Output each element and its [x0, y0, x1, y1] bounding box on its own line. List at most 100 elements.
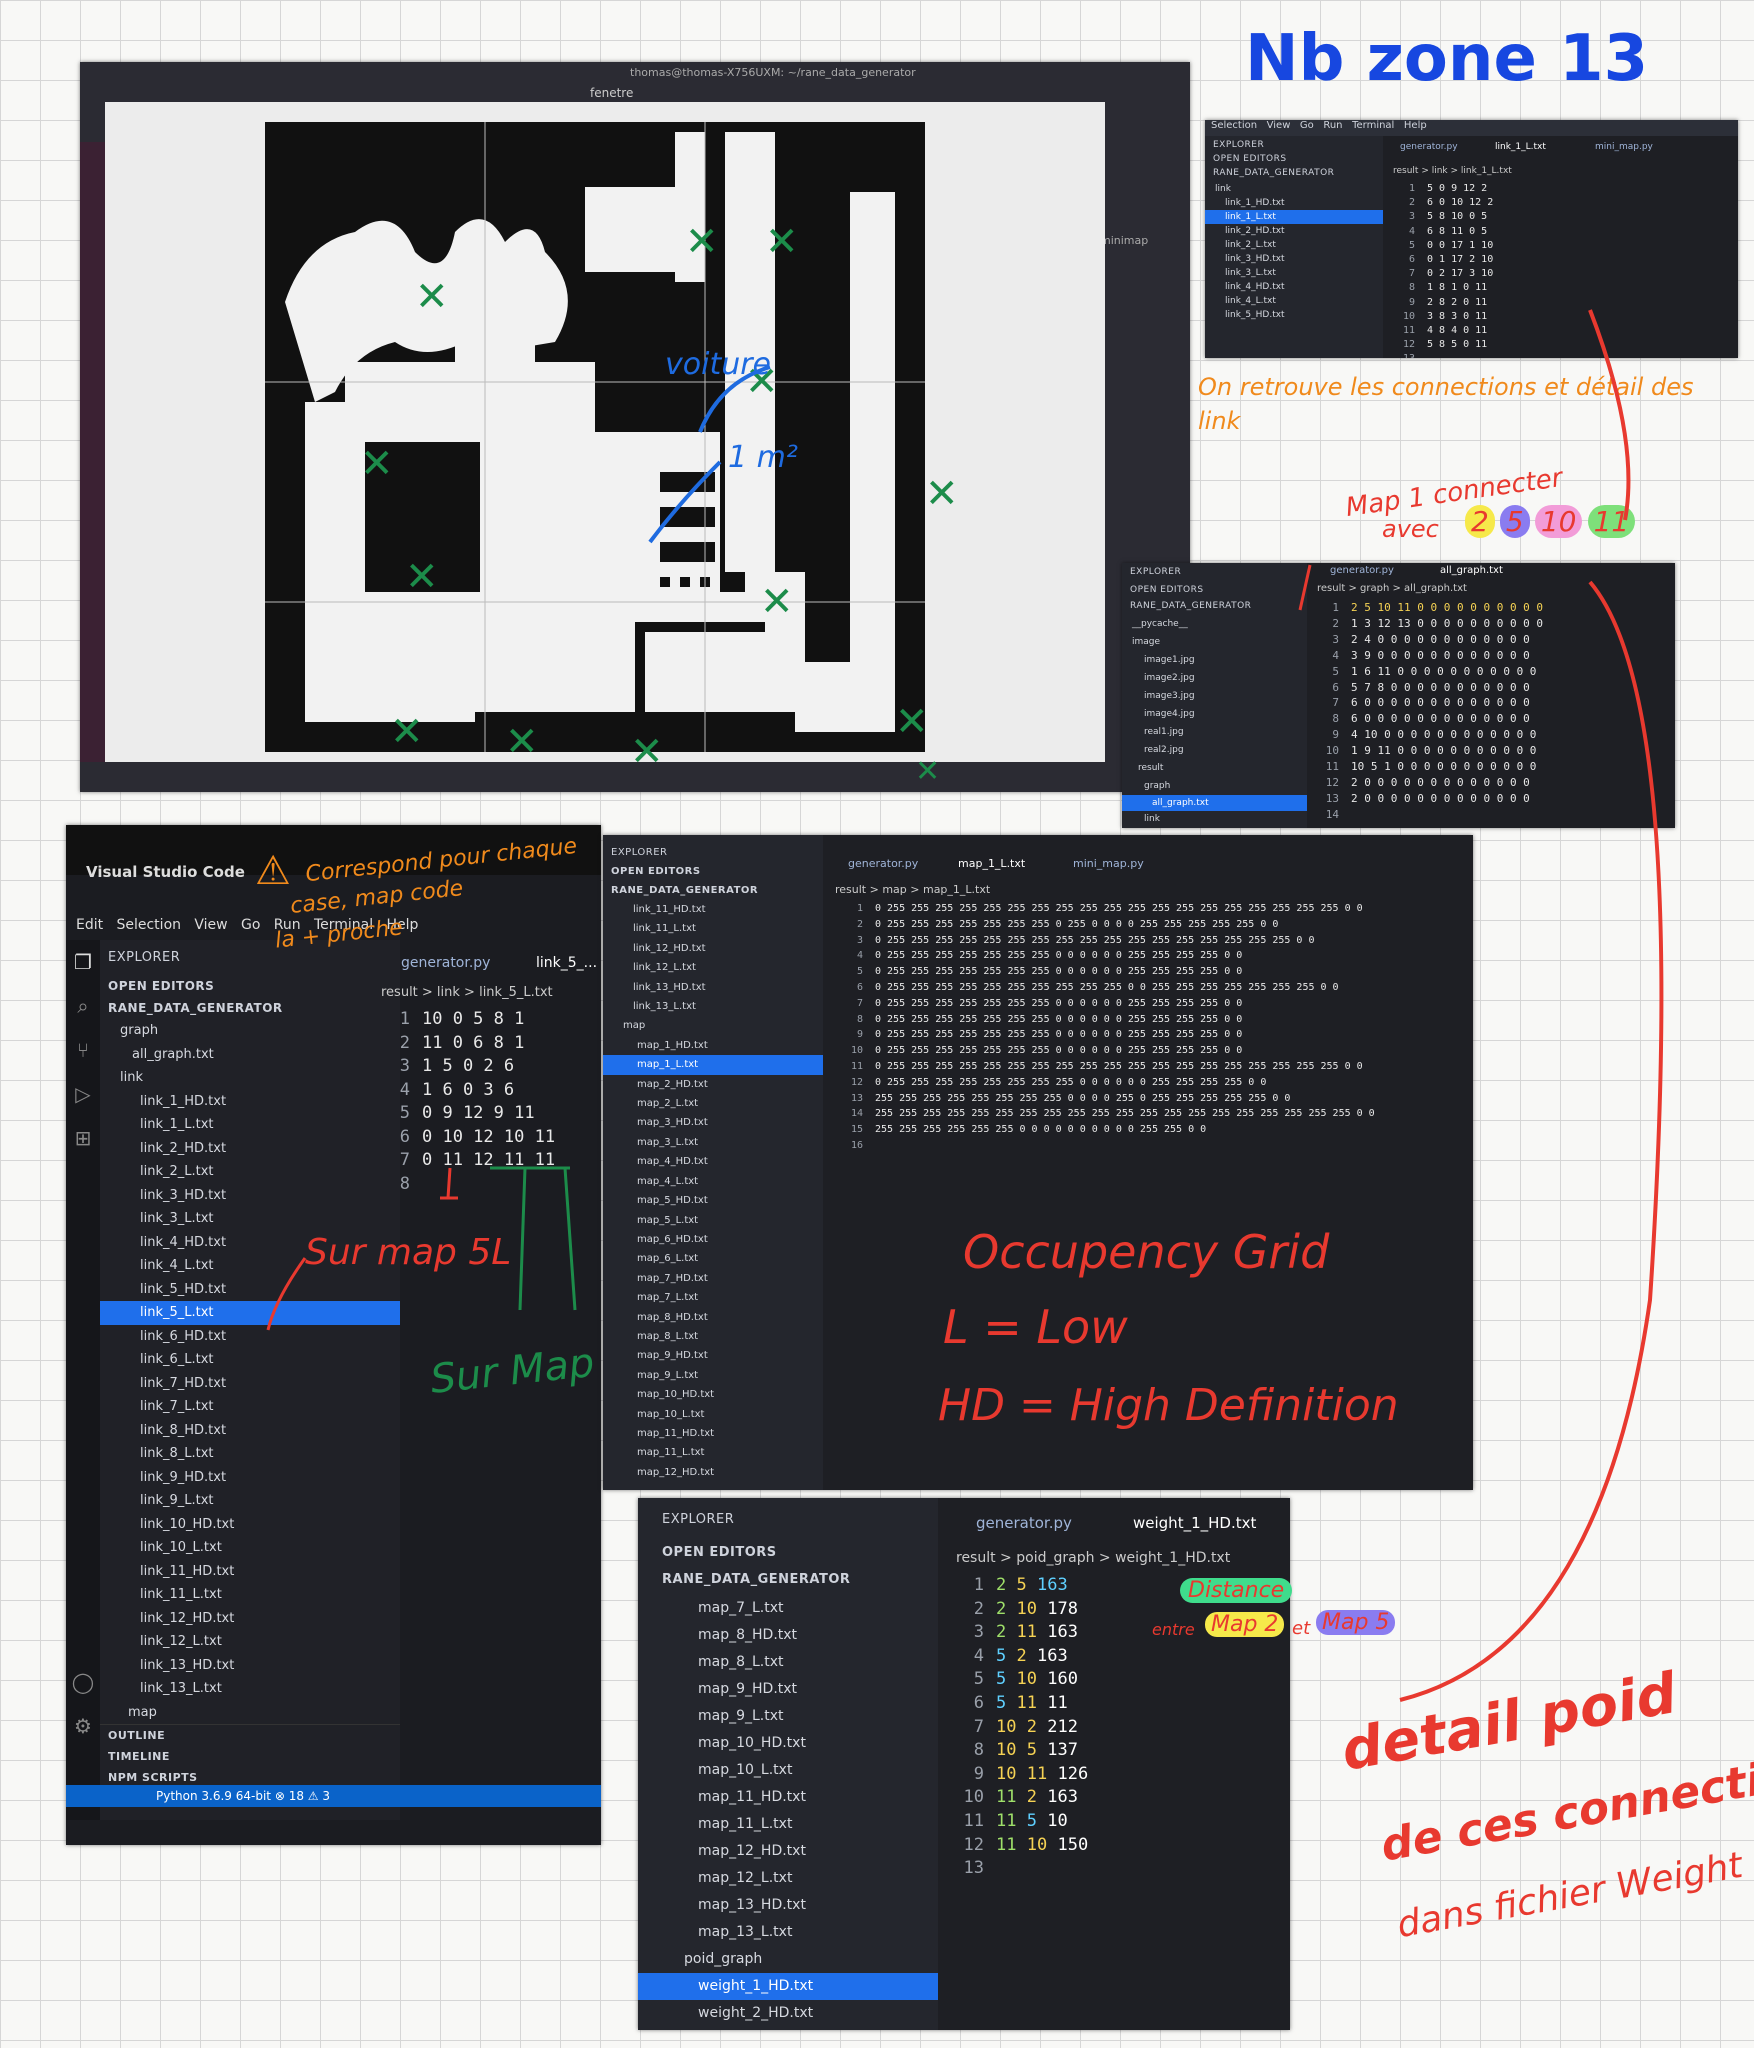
tab-generator[interactable]: generator.py: [848, 857, 918, 870]
weight-from: 2: [996, 1575, 1007, 1595]
file-item[interactable]: map_12_HD.txt: [603, 1463, 823, 1482]
tab-weight-1[interactable]: weight_1_HD.txt: [1133, 1514, 1256, 1532]
weight-to: 10: [1026, 1834, 1048, 1855]
code-line: 255 255 255 255 255 255 255 255 255 255 …: [875, 1108, 1375, 1120]
weight-row: 12 11 10 150: [963, 1834, 1089, 1855]
explorer-sidebar: EXPLORER OPEN EDITORS RANE_DATA_GENERATO…: [603, 835, 823, 1490]
file-item[interactable]: link_13_L.txt: [603, 997, 823, 1016]
open-editors[interactable]: OPEN EDITORS: [603, 862, 823, 881]
code-line: 0 255 255 255 255 255 255 255 255 0 0 0 …: [875, 1076, 1267, 1088]
code-line: 255 255 255 255 255 255 255 255 0 0 0 0 …: [875, 1092, 1291, 1104]
file-item[interactable]: map_13_HD.txt: [638, 1892, 938, 1919]
weight-to: 11: [1016, 1622, 1037, 1643]
file-item[interactable]: map_12_HD.txt: [638, 1838, 938, 1865]
file-item[interactable]: map_9_HD.txt: [638, 1676, 938, 1703]
file-item[interactable]: link_11_L.txt: [603, 919, 823, 938]
entre-note: entre: [1152, 1620, 1195, 1639]
weight-to: 10: [1016, 1669, 1037, 1690]
weight-value: 212: [1047, 1716, 1078, 1737]
project-root[interactable]: RANE_DATA_GENERATOR: [603, 881, 823, 900]
weight-row: 65 11 11: [973, 1692, 1068, 1713]
tab-map-1[interactable]: map_1_L.txt: [958, 857, 1025, 870]
file-item[interactable]: link_12_HD.txt: [603, 939, 823, 958]
code-line: 0 255 255 255 255 255 255 255 255 255 25…: [875, 903, 1363, 914]
weight-to: 2: [1016, 1645, 1027, 1666]
file-item[interactable]: weight_2_HD.txt: [638, 2000, 938, 2027]
file-item[interactable]: link_11_HD.txt: [603, 900, 823, 919]
file-item[interactable]: link_13_HD.txt: [603, 978, 823, 997]
low-note: L = Low: [943, 1300, 1128, 1354]
file-item[interactable]: map_3_L.txt: [603, 1133, 823, 1152]
open-editors[interactable]: OPEN EDITORS: [638, 1541, 938, 1564]
file-item[interactable]: map_10_HD.txt: [638, 1730, 938, 1757]
file-item[interactable]: map_1_HD.txt: [603, 1036, 823, 1055]
file-item[interactable]: map_4_L.txt: [603, 1172, 823, 1191]
weight-to: 5: [1026, 1740, 1037, 1761]
file-item[interactable]: map_7_L.txt: [603, 1288, 823, 1307]
weight-to: 5: [1026, 1810, 1037, 1831]
file-item[interactable]: map_7_HD.txt: [603, 1269, 823, 1288]
weight-value: 163: [1047, 1787, 1078, 1808]
file-item[interactable]: map_6_HD.txt: [603, 1230, 823, 1249]
weight-to: 11: [1026, 1763, 1048, 1784]
weight-value: 163: [1037, 1575, 1068, 1595]
breadcrumb: result > poid_graph > weight_1_HD.txt: [956, 1550, 1231, 1566]
breadcrumb: result > map > map_1_L.txt: [835, 883, 991, 896]
file-item[interactable]: map_12_L.txt: [638, 1865, 938, 1892]
code-line: 0 255 255 255 255 255 255 255 0 0 0 0 0 …: [875, 1029, 1243, 1041]
file-item[interactable]: map_3_HD.txt: [603, 1113, 823, 1132]
file-item-selected[interactable]: map_1_L.txt: [603, 1055, 823, 1075]
code-line: 0 255 255 255 255 255 255 255 0 0 0 0 0 …: [875, 1045, 1243, 1057]
file-item[interactable]: map_4_HD.txt: [603, 1152, 823, 1171]
weight-to: 2: [1026, 1787, 1037, 1808]
file-item[interactable]: map_5_L.txt: [603, 1211, 823, 1230]
weight-from: 2: [996, 1598, 1007, 1619]
weight-table: 12 5 163 2 2 10 178 32 11 163 45 2 163 5 5…: [958, 1574, 1089, 1881]
file-item[interactable]: map_13_L.txt: [638, 1919, 938, 1946]
folder-map[interactable]: map: [603, 1016, 823, 1035]
weight-to: 10: [1016, 1598, 1037, 1619]
weight-row: 32 11 163: [973, 1622, 1078, 1643]
file-item[interactable]: map_8_L.txt: [638, 1649, 938, 1676]
code-area: 10 255 255 255 255 255 255 255 255 255 2…: [850, 903, 1375, 1151]
weight-value: 160: [1047, 1669, 1078, 1690]
project-root[interactable]: RANE_DATA_GENERATOR: [638, 1564, 938, 1595]
file-item[interactable]: link_12_L.txt: [603, 958, 823, 977]
file-item[interactable]: map_11_L.txt: [638, 1811, 938, 1838]
code-line: 0 255 255 255 255 255 255 255 0 0 0 0 0 …: [875, 1013, 1243, 1025]
file-item[interactable]: map_11_HD.txt: [603, 1424, 823, 1443]
map-grid-screenshot: EXPLORER OPEN EDITORS RANE_DATA_GENERATO…: [603, 835, 1473, 1490]
weight-value: 178: [1047, 1598, 1078, 1619]
file-item[interactable]: map_8_HD.txt: [638, 1622, 938, 1649]
file-item[interactable]: map_8_HD.txt: [603, 1308, 823, 1327]
file-item[interactable]: map_2_HD.txt: [603, 1075, 823, 1094]
code-line: 0 255 255 255 255 255 255 255 0 0 0 0 0 …: [875, 997, 1243, 1009]
tab-minimap[interactable]: mini_map.py: [1073, 857, 1144, 870]
map2-note: Map 2: [1205, 1612, 1285, 1637]
folder-poid-graph[interactable]: poid_graph: [638, 1946, 938, 1973]
code-line: 255 255 255 255 255 255 0 0 0 0 0 0 0 0 …: [875, 1124, 1207, 1136]
file-item-selected[interactable]: weight_1_HD.txt: [638, 1973, 938, 2000]
weight-row: 45 2 163: [973, 1645, 1068, 1666]
code-line: 0 255 255 255 255 255 255 255 0 0 0 0 0 …: [875, 950, 1243, 962]
high-def-note: HD = High Definition: [938, 1380, 1399, 1431]
file-item[interactable]: map_9_L.txt: [638, 1703, 938, 1730]
file-item[interactable]: map_11_L.txt: [603, 1443, 823, 1462]
explorer-sidebar: EXPLORER OPEN EDITORS RANE_DATA_GENERATO…: [638, 1498, 938, 2030]
weight-row: 13: [963, 1858, 984, 1879]
file-item[interactable]: map_2_L.txt: [603, 1094, 823, 1113]
file-item[interactable]: map_6_L.txt: [603, 1249, 823, 1268]
file-item[interactable]: map_5_HD.txt: [603, 1191, 823, 1210]
map5-note: Map 5: [1316, 1610, 1396, 1635]
weight-row: 12 5 163: [973, 1575, 1068, 1595]
code-line: 0 255 255 255 255 255 255 255 0 0 0 0 0 …: [875, 966, 1243, 978]
file-item[interactable]: map_10_HD.txt: [603, 1385, 823, 1404]
file-item[interactable]: map_10_L.txt: [603, 1405, 823, 1424]
file-item[interactable]: map_10_L.txt: [638, 1757, 938, 1784]
file-item[interactable]: map_9_L.txt: [603, 1366, 823, 1385]
file-item[interactable]: map_8_L.txt: [603, 1327, 823, 1346]
file-item[interactable]: map_7_L.txt: [638, 1595, 938, 1622]
tab-generator[interactable]: generator.py: [976, 1514, 1072, 1532]
file-item[interactable]: map_11_HD.txt: [638, 1784, 938, 1811]
file-item[interactable]: map_9_HD.txt: [603, 1346, 823, 1365]
